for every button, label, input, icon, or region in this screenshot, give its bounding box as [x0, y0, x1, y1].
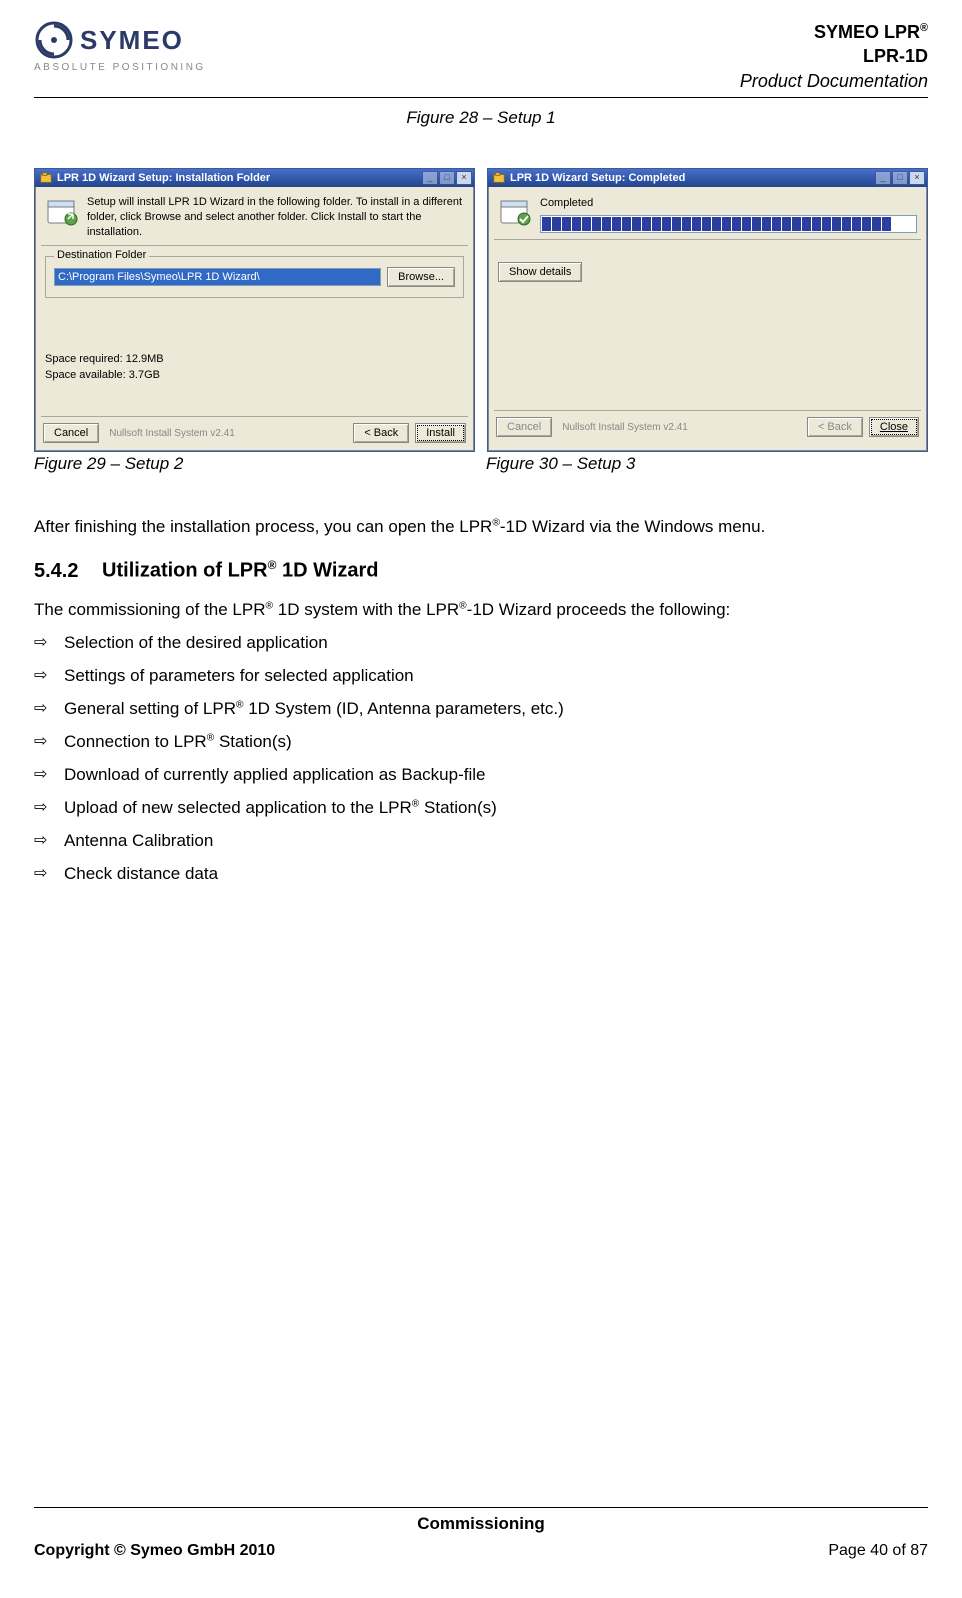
figure-30-caption: Figure 30 – Setup 3	[486, 454, 926, 474]
titlebar-title: LPR 1D Wizard Setup: Installation Folder	[57, 172, 418, 184]
list-item: ⇨ General setting of LPR® 1D System (ID,…	[34, 698, 928, 721]
copyright: Copyright © Symeo GmbH 2010	[34, 1542, 275, 1560]
browse-button[interactable]: Browse...	[387, 267, 455, 287]
list-item: ⇨ Settings of parameters for selected ap…	[34, 665, 928, 688]
heading-number: 5.4.2	[34, 560, 78, 582]
install-button[interactable]: Install	[415, 423, 466, 443]
space-required: Space required: 12.9MB	[45, 352, 464, 367]
cancel-button: Cancel	[496, 417, 552, 437]
cancel-button[interactable]: Cancel	[43, 423, 99, 443]
arrow-icon: ⇨	[34, 797, 52, 820]
list-item: ⇨ Connection to LPR® Station(s)	[34, 731, 928, 754]
back-button[interactable]: < Back	[353, 423, 409, 443]
close-icon[interactable]: ×	[456, 171, 472, 185]
logo-swirl-icon	[34, 20, 74, 60]
hdr-line2: LPR-1D	[740, 44, 928, 68]
wizard-icon	[45, 195, 79, 229]
list-item: ⇨ Download of currently applied applicat…	[34, 764, 928, 787]
proc-paragraph: The commissioning of the LPR® 1D system …	[34, 599, 928, 622]
close-icon[interactable]: ×	[909, 171, 925, 185]
back-button: < Back	[807, 417, 863, 437]
hdr-line3: Product Documentation	[740, 69, 928, 93]
arrow-icon: ⇨	[34, 632, 52, 655]
installer-icon	[492, 171, 506, 185]
screenshot-row: LPR 1D Wizard Setup: Installation Folder…	[34, 168, 928, 453]
close-button[interactable]: Close	[869, 417, 919, 437]
minimize-icon[interactable]: _	[875, 171, 891, 185]
destination-folder-group: Destination Folder C:\Program Files\Syme…	[45, 256, 464, 298]
arrow-icon: ⇨	[34, 764, 52, 787]
header-right: SYMEO LPR® LPR-1D Product Documentation	[740, 20, 928, 93]
list-item: ⇨ Upload of new selected application to …	[34, 797, 928, 820]
destination-legend: Destination Folder	[54, 249, 149, 261]
intro-paragraph: After finishing the installation process…	[34, 516, 928, 539]
progress-bar	[540, 215, 917, 233]
footer-section: Commissioning	[34, 1514, 928, 1534]
arrow-icon: ⇨	[34, 863, 52, 886]
figure-29-caption: Figure 29 – Setup 2	[34, 454, 474, 474]
page-header: SYMEO ABSOLUTE POSITIONING SYMEO LPR® LP…	[34, 20, 928, 93]
header-rule	[34, 97, 928, 98]
figure-28-caption: Figure 28 – Setup 1	[34, 108, 928, 128]
body-text: After finishing the installation process…	[34, 516, 928, 895]
titlebar[interactable]: LPR 1D Wizard Setup: Installation Folder…	[35, 169, 474, 187]
wizard-icon	[498, 195, 532, 229]
installer-icon	[39, 171, 53, 185]
space-available: Space available: 3.7GB	[45, 368, 464, 383]
nsis-label: Nullsoft Install System v2.41	[109, 428, 235, 439]
list-item: ⇨ Antenna Calibration	[34, 830, 928, 853]
arrow-icon: ⇨	[34, 731, 52, 754]
arrow-icon: ⇨	[34, 830, 52, 853]
titlebar[interactable]: LPR 1D Wizard Setup: Completed _ □ ×	[488, 169, 927, 187]
arrow-icon: ⇨	[34, 698, 52, 721]
list-item: ⇨ Selection of the desired application	[34, 632, 928, 655]
completed-label: Completed	[540, 195, 917, 212]
hdr-line1: SYMEO LPR	[814, 22, 920, 42]
arrow-icon: ⇨	[34, 665, 52, 688]
logo: SYMEO ABSOLUTE POSITIONING	[34, 20, 206, 73]
maximize-icon[interactable]: □	[439, 171, 455, 185]
list-item: ⇨ Check distance data	[34, 863, 928, 886]
show-details-button[interactable]: Show details	[498, 262, 582, 282]
installer-desc: Setup will install LPR 1D Wizard in the …	[87, 195, 464, 240]
section-heading: 5.4.2 Utilization of LPR® 1D Wizard	[34, 557, 928, 585]
minimize-icon[interactable]: _	[422, 171, 438, 185]
nsis-label: Nullsoft Install System v2.41	[562, 422, 688, 433]
logo-name: SYMEO	[80, 25, 184, 56]
installer-window-completed: LPR 1D Wizard Setup: Completed _ □ × Com…	[487, 168, 928, 453]
destination-path-input[interactable]: C:\Program Files\Symeo\LPR 1D Wizard\	[54, 268, 381, 286]
footer-row: Copyright © Symeo GmbH 2010 Page 40 of 8…	[34, 1542, 928, 1588]
maximize-icon[interactable]: □	[892, 171, 908, 185]
page-number: Page 40 of 87	[828, 1542, 928, 1560]
footer-rule	[34, 1507, 928, 1508]
installer-window-folder: LPR 1D Wizard Setup: Installation Folder…	[34, 168, 475, 453]
procedure-list: ⇨ Selection of the desired application ⇨…	[34, 632, 928, 886]
logo-tagline: ABSOLUTE POSITIONING	[34, 62, 206, 73]
titlebar-title: LPR 1D Wizard Setup: Completed	[510, 172, 871, 184]
